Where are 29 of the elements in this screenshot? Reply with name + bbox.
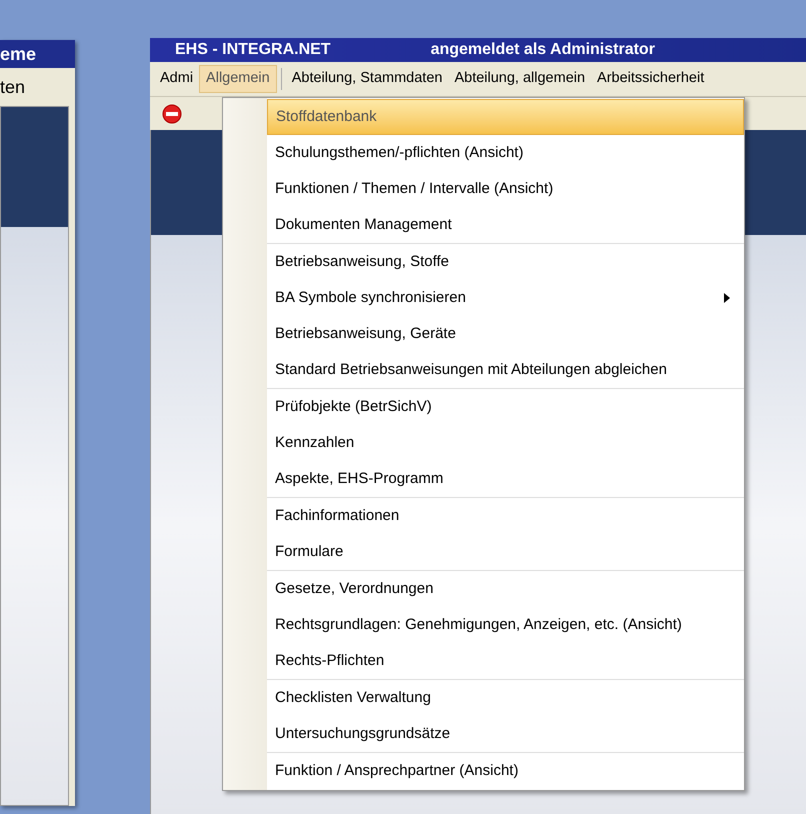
window-title: EHS - INTEGRA.NET: [175, 40, 331, 60]
menu-item[interactable]: Stoffdatenbank: [267, 99, 744, 135]
menu-item[interactable]: Fachinformationen: [267, 498, 744, 534]
menu-bar-item[interactable]: Allgemein: [199, 65, 277, 93]
menu-item[interactable]: Kennzahlen: [267, 425, 744, 461]
menu-bar-item[interactable]: Abteilung, allgemein: [448, 65, 592, 93]
menu-item[interactable]: Funktion / Ansprechpartner (Ansicht): [267, 753, 744, 789]
menu-item[interactable]: ten: [0, 68, 75, 106]
menu-item[interactable]: Gesetze, Verordnungen: [267, 571, 744, 607]
menu-item[interactable]: Dokumenten Management: [267, 207, 744, 243]
menu-bar-item[interactable]: Arbeitssicherheit: [591, 65, 710, 93]
menu-item[interactable]: Rechtsgrundlagen: Genehmigungen, Anzeigen, etc. (Ansicht): [267, 607, 744, 643]
menu-item[interactable]: Rechts-Pflichten: [267, 643, 744, 679]
menu-bar-item[interactable]: Admi: [154, 65, 200, 93]
menu-item[interactable]: Standard Betriebsanweisungen mit Abteilungen abgleichen: [267, 352, 744, 388]
menu-item[interactable]: Checklisten Verwaltung: [267, 680, 744, 716]
user-status: angemeldet als Administrator: [430, 40, 655, 60]
menu-item[interactable]: Aspekte, EHS-Programm: [267, 461, 744, 497]
menu-item[interactable]: Betriebsanweisung, Stoffe: [267, 244, 744, 280]
menu-bar-item[interactable]: Abteilung, Stammdaten: [286, 65, 448, 93]
menu-item[interactable]: Betriebsanweisung, Geräte: [267, 316, 744, 352]
menu-item[interactable]: BA Symbole synchronisieren: [267, 280, 744, 316]
menu-item[interactable]: Schulungsthemen/-pflichten (Ansicht): [267, 135, 744, 171]
window-title: eme: [0, 40, 75, 68]
stop-icon[interactable]: [162, 104, 182, 124]
menu-item[interactable]: Funktionen / Themen / Intervalle (Ansicht): [267, 171, 744, 207]
menu-item[interactable]: Formulare: [267, 534, 744, 570]
menu-item[interactable]: Prüfobjekte (BetrSichV): [267, 389, 744, 425]
menu-item[interactable]: Untersuchungsgrundsätze: [267, 716, 744, 752]
